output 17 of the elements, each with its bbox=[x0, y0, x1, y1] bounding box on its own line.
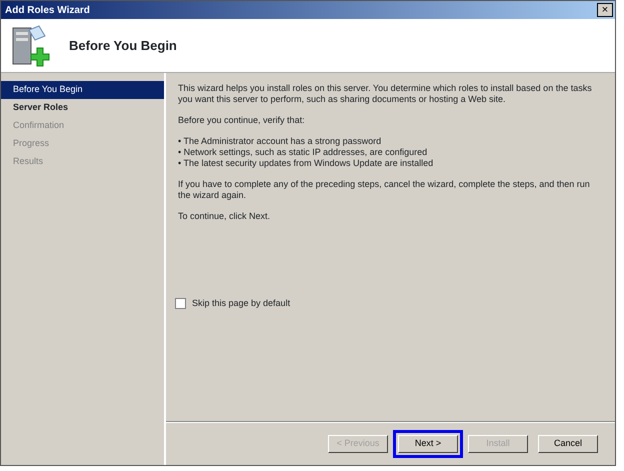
paragraph: This wizard helps you install roles on this server. You determine which roles to install based on the tasks you want this server to perform, such as sharing documents or hosting a Web site. bbox=[178, 83, 593, 105]
checkbox[interactable] bbox=[175, 298, 186, 309]
bullet-item: • The latest security updates from Windows Update are installed bbox=[178, 158, 434, 169]
sidebar-step[interactable]: Before You Begin bbox=[1, 81, 164, 99]
window-title: Add Roles Wizard bbox=[5, 4, 90, 18]
wizard-button[interactable]: Cancel bbox=[538, 435, 598, 453]
paragraph: To continue, click Next. bbox=[178, 211, 272, 222]
bullet-item: • The Administrator account has a strong password bbox=[178, 136, 382, 147]
close-button[interactable]: × bbox=[597, 3, 613, 17]
server-add-icon bbox=[11, 24, 51, 68]
page-heading: Before You Begin bbox=[69, 38, 177, 54]
checkbox-label: Skip this page by default bbox=[192, 296, 290, 310]
bullet-item: • Network settings, such as static IP addresses, are configured bbox=[178, 147, 428, 158]
wizard-button[interactable]: Next > bbox=[398, 435, 458, 453]
sidebar-step[interactable]: Server Roles bbox=[1, 99, 164, 117]
paragraph: Before you continue, verify that: bbox=[178, 115, 306, 126]
paragraph: If you have to complete any of the preceding steps, cancel the wizard, complete the steps, and then run the wizard again. bbox=[178, 179, 591, 201]
